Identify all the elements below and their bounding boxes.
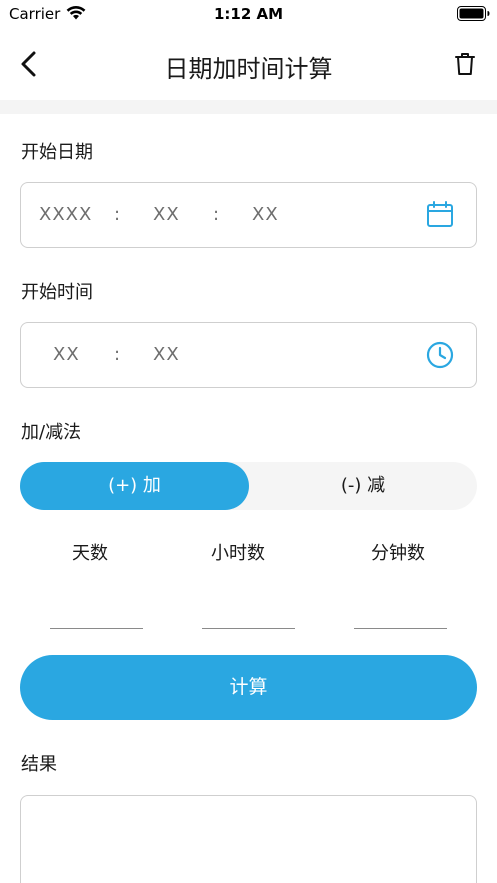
nav-divider [0, 100, 497, 114]
days-input[interactable] [50, 595, 143, 629]
minutes-input[interactable] [354, 595, 447, 629]
hour-input[interactable]: XX [53, 344, 80, 365]
status-time: 1:12 AM [213, 5, 284, 23]
start-date-field[interactable]: XXXX : XX : XX [20, 182, 477, 248]
day-input[interactable]: XX [252, 204, 279, 225]
calculate-button[interactable]: 计算 [20, 655, 477, 720]
minutes-label: 分钟数 [371, 543, 425, 564]
clock-icon[interactable] [425, 340, 455, 370]
days-label: 天数 [72, 543, 108, 564]
date-separator: : [114, 204, 122, 225]
hours-input[interactable] [202, 595, 295, 629]
month-input[interactable]: XX [153, 204, 180, 225]
year-input[interactable]: XXXX [39, 204, 92, 225]
trash-icon[interactable] [453, 51, 477, 77]
time-separator: : [114, 344, 122, 365]
date-separator: : [213, 204, 221, 225]
subtract-option[interactable]: (-) 减 [249, 462, 477, 510]
minute-input[interactable]: XX [153, 344, 180, 365]
start-time-label: 开始时间 [21, 282, 93, 303]
start-date-label: 开始日期 [21, 142, 93, 163]
page-title: 日期加时间计算 [164, 55, 333, 83]
battery-icon [457, 6, 490, 21]
status-bar: Carrier 1:12 AM [0, 0, 497, 28]
result-box [20, 795, 477, 883]
start-time-field[interactable]: XX : XX [20, 322, 477, 388]
operation-toggle: (+) 加 (-) 减 [20, 462, 477, 510]
operation-label: 加/减法 [21, 422, 82, 443]
hours-label: 小时数 [211, 543, 265, 564]
calendar-icon[interactable] [425, 200, 455, 230]
add-option[interactable]: (+) 加 [20, 462, 249, 510]
result-label: 结果 [21, 754, 57, 775]
nav-bar: 日期加时间计算 [0, 28, 497, 100]
